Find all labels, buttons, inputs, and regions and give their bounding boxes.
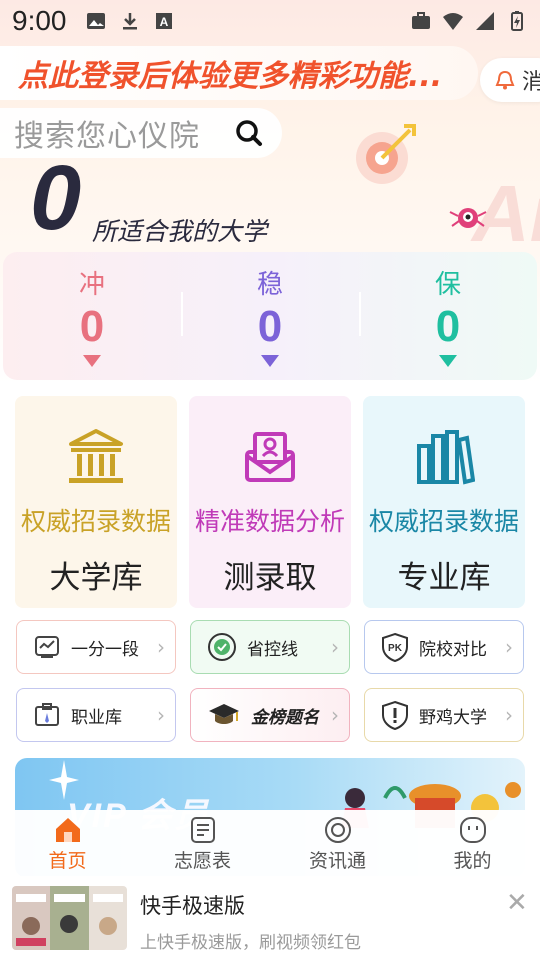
tab-label: 我的 (453, 850, 492, 872)
status-time: 9:00 (12, 5, 67, 36)
score-chart-icon (35, 636, 59, 658)
graduation-cap-icon (209, 704, 239, 724)
form-icon (190, 817, 215, 843)
shortcut-fake-university[interactable]: 野鸡大学 › (364, 688, 524, 742)
status-bar: 9:00 A (0, 0, 540, 42)
tile-subtitle: 权威招录数据 (368, 507, 519, 536)
strategy-safe[interactable]: 保 0 (359, 252, 537, 380)
shortcut-school-compare[interactable]: PK 院校对比 › (364, 620, 524, 674)
shortcut-province-line[interactable]: 省控线 › (190, 620, 350, 674)
divider (359, 292, 361, 336)
profile-icon (459, 817, 486, 843)
signal-icon (476, 12, 494, 30)
ad-banner[interactable]: 快手极速版 上快手极速版，刷视频领红包 ✕ (0, 876, 540, 960)
career-badge-icon (35, 703, 59, 726)
tab-home[interactable]: 首页 (0, 810, 135, 876)
tab-application-form[interactable]: 志愿表 (135, 810, 270, 876)
strategy-safe-value: 0 (435, 302, 461, 351)
briefcase-icon (412, 12, 430, 29)
strategy-reach-label: 冲 (78, 270, 105, 300)
messages-button[interactable]: 消 (480, 58, 540, 102)
svg-text:PK: PK (388, 643, 403, 654)
shortcut-label: 一分一段 (71, 639, 139, 660)
chevron-right-icon: › (331, 703, 339, 727)
image-icon (86, 13, 105, 29)
warning-shield-icon (382, 700, 408, 730)
shortcut-gold-list[interactable]: 金榜题名 › (190, 688, 350, 742)
pk-shield-icon: PK (382, 632, 408, 662)
shortcut-label: 职业库 (71, 707, 122, 728)
ad-title: 快手极速版 (140, 894, 245, 918)
tile-major-library[interactable]: 权威招录数据 专业库 (363, 396, 525, 608)
ad-description: 上快手极速版，刷视频领红包 (140, 933, 361, 953)
certificate-envelope-icon (245, 432, 295, 482)
battery-icon (511, 11, 523, 31)
chevron-right-icon: › (505, 635, 513, 659)
tab-label: 首页 (48, 850, 87, 872)
shortcut-label: 金榜题名 (251, 707, 319, 728)
chevron-right-icon: › (157, 703, 165, 727)
tile-university-library[interactable]: 权威招录数据 大学库 (15, 396, 177, 608)
ad-thumbnail (12, 886, 127, 950)
strategy-match-value: 0 (257, 302, 283, 351)
bottom-tab-bar: 首页 志愿表 资讯通 我的 (0, 810, 540, 876)
shortcut-label: 野鸡大学 (419, 707, 487, 728)
svg-text:A: A (159, 15, 168, 29)
chevron-right-icon: › (157, 635, 165, 659)
shortcut-score-ranking[interactable]: 一分一段 › (16, 620, 176, 674)
news-icon (324, 817, 351, 843)
strategy-match-label: 稳 (256, 270, 283, 300)
strategy-safe-label: 保 (434, 270, 461, 300)
tab-label: 资讯通 (308, 850, 366, 872)
tile-title: 测录取 (223, 560, 317, 596)
close-icon[interactable]: ✕ (506, 888, 528, 918)
tile-admission-test[interactable]: 精准数据分析 测录取 (189, 396, 351, 608)
robot-decoration-icon (449, 208, 487, 228)
messages-label: 消 (522, 70, 540, 95)
tab-profile[interactable]: 我的 (405, 810, 540, 876)
home-icon (55, 818, 80, 842)
chevron-down-icon (261, 355, 279, 368)
bell-icon (495, 70, 515, 90)
strategy-reach-value: 0 (79, 302, 105, 351)
tile-title: 大学库 (49, 560, 143, 596)
chevron-right-icon: › (331, 635, 339, 659)
download-icon (122, 13, 137, 30)
strategy-reach[interactable]: 冲 0 (3, 252, 181, 380)
target-decoration-icon (356, 124, 416, 184)
books-icon (417, 430, 475, 485)
shortcut-label: 院校对比 (419, 639, 487, 660)
matching-university-caption: 所适合我的大学 (92, 217, 268, 246)
chevron-down-icon (439, 355, 457, 368)
ad-video-thumbnail-icon (12, 886, 127, 950)
tab-news[interactable]: 资讯通 (270, 810, 405, 876)
admission-strategy-card: 冲 0 稳 0 保 0 (3, 252, 537, 380)
tile-title: 专业库 (397, 560, 491, 596)
search-icon[interactable] (234, 118, 264, 148)
province-badge-icon (208, 633, 236, 661)
divider (181, 292, 183, 336)
tile-subtitle: 精准数据分析 (194, 507, 345, 536)
wifi-icon (443, 13, 463, 30)
university-building-icon (69, 429, 123, 483)
a-badge-icon: A (155, 13, 172, 29)
chevron-right-icon: › (505, 703, 513, 727)
shortcut-career-library[interactable]: 职业库 › (16, 688, 176, 742)
matching-university-count: 0 (30, 147, 82, 249)
tab-label: 志愿表 (173, 850, 231, 872)
chevron-down-icon (83, 355, 101, 368)
tile-subtitle: 权威招录数据 (20, 507, 171, 536)
strategy-match[interactable]: 稳 0 (181, 252, 359, 380)
shortcut-label: 省控线 (247, 639, 298, 660)
login-prompt-text: 点此登录后体验更多精彩功能... (18, 59, 443, 94)
login-prompt-banner[interactable]: 点此登录后体验更多精彩功能... (0, 46, 478, 100)
